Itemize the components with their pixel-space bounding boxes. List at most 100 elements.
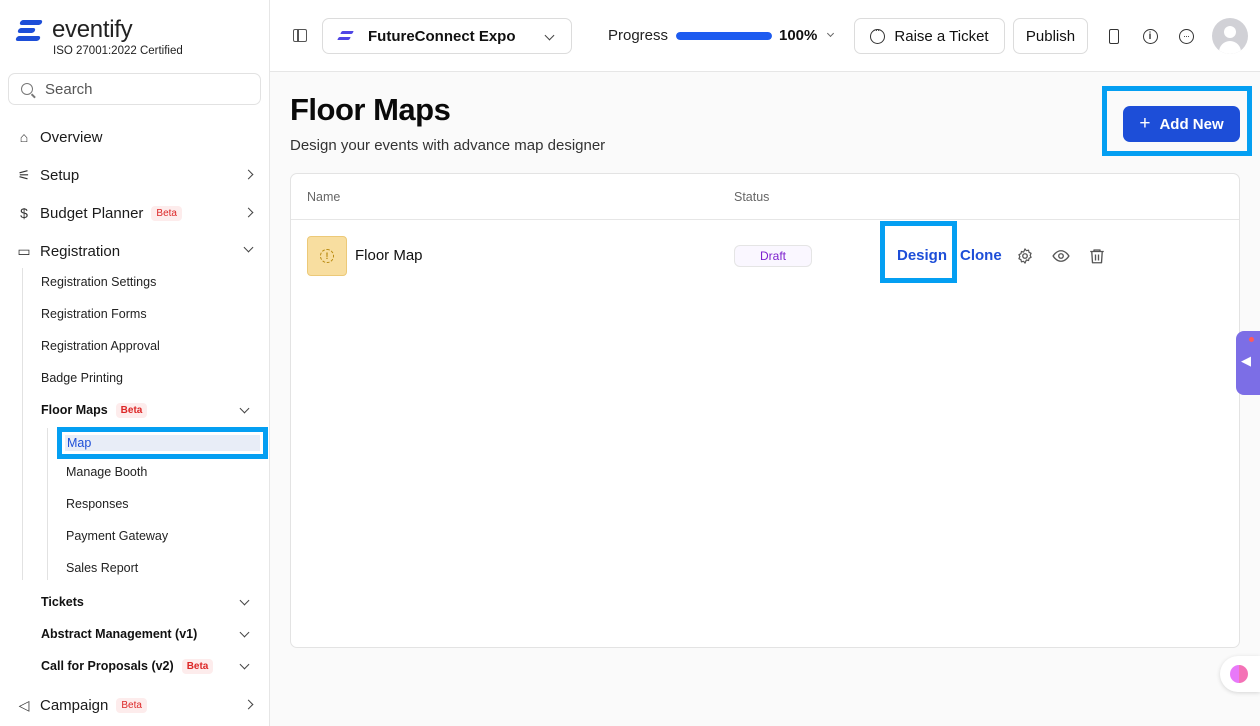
chat-bubble-icon [870,25,886,44]
sliders-icon: ⚟ [17,166,31,183]
progress-dropdown-icon[interactable] [826,29,835,38]
search-input[interactable] [45,80,245,98]
chevron-down-icon [544,30,555,41]
preview-button[interactable] [1052,247,1070,265]
sidebar-item-tickets[interactable]: Tickets [41,591,256,613]
raise-ticket-button[interactable]: Raise a Ticket [854,18,1005,54]
mobile-preview-button[interactable] [1105,27,1123,45]
nav-registration[interactable]: ▭ Registration [16,237,256,265]
chevron-right-icon [243,699,254,710]
floor-maps-table: Name Status ! Floor Map Draft Design Clo… [290,173,1240,648]
beta-badge: Beta [151,205,182,221]
brain-icon [1230,665,1248,683]
beta-badge: Beta [181,658,214,674]
publish-button[interactable]: Publish [1013,18,1088,54]
plus-icon: + [1139,113,1151,134]
nav-registration-label: Registration [40,242,121,260]
event-logo-icon [337,31,355,41]
abstract-management-label: Abstract Management (v1) [41,627,198,641]
clone-link[interactable]: Clone [960,247,1002,264]
home-icon: ⌂ [19,129,29,145]
brand-name: eventify [52,16,133,43]
eye-icon [1052,250,1070,262]
top-bar: FutureConnect Expo Progress 100% Raise a… [270,0,1260,72]
row-name: Floor Map [355,247,423,264]
table-header-divider [291,219,1239,220]
trash-icon [1090,249,1104,264]
sidebar-item-registration-settings[interactable]: Registration Settings [41,271,256,293]
chevron-down-icon [243,242,254,253]
info-icon: i [1142,28,1158,44]
tickets-label: Tickets [41,595,84,609]
sidebar-item-registration-forms[interactable]: Registration Forms [41,303,256,325]
sidebar-item-floor-maps[interactable]: Floor Maps Beta [41,399,256,421]
search-box [8,73,261,105]
sidebar-item-payment-gateway[interactable]: Payment Gateway [66,525,168,547]
progress-bar [676,32,772,40]
ticket-icon: ▭ [17,242,31,259]
nav-budget-planner-label: Budget Planner [40,204,144,222]
chevron-right-icon [243,207,254,218]
gear-icon [1018,248,1032,264]
page-subtitle: Design your events with advance map desi… [290,137,606,154]
map-thumbnail: ! [307,236,347,276]
chat-icon: ··· [1178,28,1194,44]
nav-setup[interactable]: ⚟ Setup [16,161,256,189]
sidebar-item-call-for-proposals[interactable]: Call for Proposals (v2) Beta [41,655,256,677]
add-new-button[interactable]: + Add New [1123,106,1240,142]
sidebar-toggle-icon[interactable] [293,29,307,42]
announcements-widget[interactable]: ◀ [1236,331,1260,395]
megaphone-icon: ◁ [18,696,30,713]
dollar-icon: $ [20,205,28,221]
eventify-logo-icon [15,18,44,42]
chevron-right-icon [243,169,254,180]
brand-logo[interactable]: eventify [15,16,133,44]
chevron-down-icon [239,403,250,414]
messages-button[interactable]: ··· [1177,27,1195,45]
sidebar-item-map-label: Map [65,435,260,451]
sidebar-item-badge-printing[interactable]: Badge Printing [41,367,256,389]
nav-budget-planner[interactable]: $ Budget Planner Beta [16,199,256,227]
avatar[interactable] [1212,18,1248,54]
nav-overview-label: Overview [40,128,103,146]
settings-button[interactable] [1016,247,1034,265]
event-selector[interactable]: FutureConnect Expo [322,18,572,54]
notification-dot [1249,337,1254,342]
page-title: Floor Maps [290,92,451,127]
nav-setup-label: Setup [40,166,80,184]
submenu-divider [22,268,23,580]
megaphone-icon: ◀ [1241,353,1251,368]
floor-maps-label: Floor Maps [41,403,108,417]
sidebar-item-manage-booth[interactable]: Manage Booth [66,461,147,483]
certification-label: ISO 27001:2022 Certified [53,45,183,57]
sidebar-item-responses[interactable]: Responses [66,493,129,515]
chevron-down-icon [239,627,250,638]
status-badge: Draft [734,245,812,267]
sidebar: eventify ISO 27001:2022 Certified ⌂ Over… [0,0,270,726]
raise-ticket-label: Raise a Ticket [894,27,989,45]
column-header-name: Name [307,190,341,204]
sidebar-item-abstract-management[interactable]: Abstract Management (v1) [41,623,256,645]
nav-campaign-label: Campaign [40,696,109,714]
search-icon [21,83,33,95]
delete-button[interactable] [1088,247,1106,265]
progress-bar-fill [676,32,772,40]
submenu-divider [47,428,48,580]
nav-campaign[interactable]: ◁ Campaign Beta [16,691,256,719]
sidebar-item-sales-report[interactable]: Sales Report [66,557,138,579]
sidebar-item-registration-approval[interactable]: Registration Approval [41,335,256,357]
warning-icon: ! [320,249,334,263]
info-button[interactable]: i [1141,27,1159,45]
beta-badge: Beta [115,402,148,418]
call-for-proposals-label: Call for Proposals (v2) [41,659,174,673]
sidebar-item-map[interactable]: Map [57,427,268,459]
progress-label: Progress [608,27,669,44]
chevron-down-icon [239,595,250,606]
event-name: FutureConnect Expo [368,27,516,45]
ai-assistant-button[interactable] [1220,656,1260,692]
progress-percent: 100% [779,27,818,44]
nav-overview[interactable]: ⌂ Overview [16,123,256,151]
column-header-status: Status [734,190,770,204]
design-link[interactable]: Design [897,247,947,264]
phone-icon [1109,28,1119,44]
